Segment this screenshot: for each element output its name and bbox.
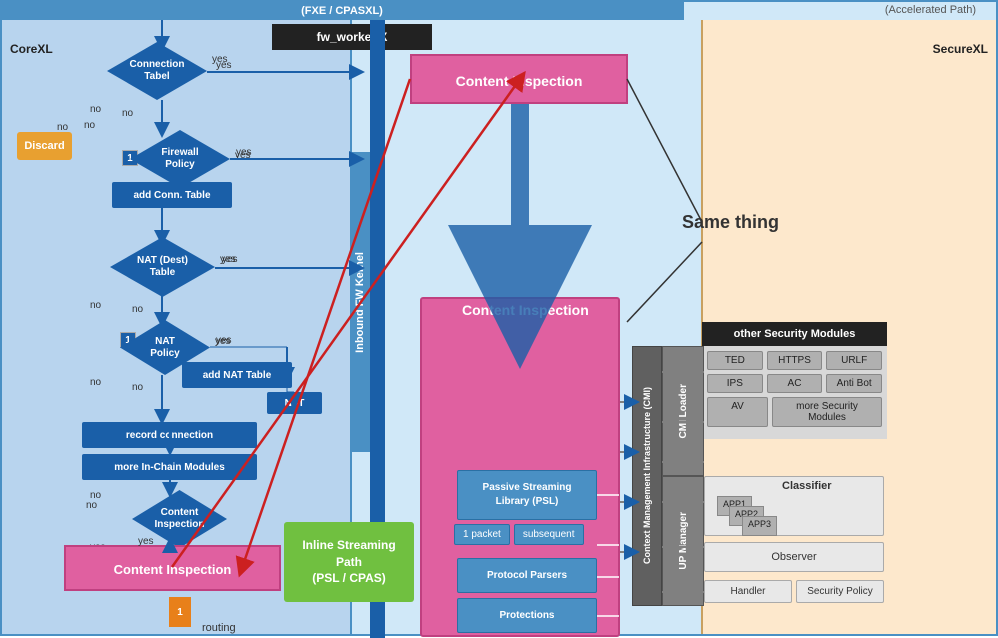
urlf-btn[interactable]: URLF (826, 351, 882, 370)
yes-2-label: yes (220, 254, 236, 265)
protocol-parsers-label: Protocol Parsers (487, 570, 567, 581)
add-conn-label: add Conn. Table (133, 190, 210, 201)
content-inspection-top-label: Content Inspection (456, 73, 583, 89)
corexl-label: CoreXL (10, 42, 53, 56)
discard-label: Discard (24, 140, 64, 152)
other-security-header-label: other Security Modules (734, 328, 856, 340)
content-inspection-bottom-label: Content Inspection (114, 562, 232, 577)
firewall-policy-label: FirewallPolicy (161, 147, 198, 171)
cmi-vertical-label: Context Management Infrastructure (CMI) (642, 387, 652, 564)
one-packet-btn[interactable]: 1 packet (454, 524, 510, 545)
record-connection-box: record connection (82, 422, 257, 448)
content-insp-diamond-label: ContentInspection (154, 507, 204, 531)
more-chain-label: more In-Chain Modules (114, 462, 225, 473)
main-container: (FXE / CPASXL) (Accelerated Path) CoreXL… (0, 0, 998, 636)
other-security-modules-header: other Security Modules (702, 322, 887, 346)
psl-box: Passive Streaming Library (PSL) (457, 470, 597, 520)
big-content-inspection-label: Content Inspection (462, 302, 589, 318)
subsequent-btn[interactable]: subsequent (514, 524, 584, 545)
security-modules-area: TED HTTPS URLF IPS AC Anti Bot AV more S… (702, 346, 887, 439)
nat-dest-label: NAT (Dest)Table (137, 255, 188, 279)
more-chain-modules-box: more In-Chain Modules (82, 454, 257, 480)
inbound-fw-kernel-label: Inbound FW Kernel (354, 252, 366, 353)
cmi-vertical: Context Management Infrastructure (CMI) (632, 346, 662, 606)
handler-row: Handler Security Policy (704, 580, 884, 603)
protocol-parsers-box: Protocol Parsers (457, 558, 597, 593)
ips-btn[interactable]: IPS (707, 374, 763, 393)
inline-streaming-label: Inline Streaming Path (PSL / CPAS) (302, 537, 395, 587)
nat-label: NAT (285, 398, 305, 409)
more-security-modules-btn[interactable]: more Security Modules (772, 397, 882, 427)
header-right-label: (Accelerated Path) (885, 4, 976, 16)
top-header: (FXE / CPASXL) (Accelerated Path) (2, 2, 996, 20)
yes-fw-label: yes (235, 150, 251, 161)
add-nat-label: add NAT Table (203, 370, 272, 381)
inline-streaming-box: Inline Streaming Path (PSL / CPAS) (284, 522, 414, 602)
psl-label: Passive Streaming Library (PSL) (483, 481, 572, 509)
observer-box: Observer (704, 542, 884, 572)
protections-label: Protections (499, 610, 554, 621)
no-5-label: no (90, 490, 101, 501)
anti-bot-btn[interactable]: Anti Bot (826, 374, 882, 393)
inbound-fw-kernel: Inbound FW Kernel (350, 152, 370, 452)
cmi-loader-label: CMI Loader (678, 384, 689, 438)
av-btn[interactable]: AV (707, 397, 768, 427)
yes-3-label: yes (215, 336, 231, 347)
securexl-label: SecureXL (933, 42, 988, 56)
cmi-loader-box: CMI Loader (662, 346, 704, 476)
handler-btn[interactable]: Handler (704, 580, 792, 603)
add-conn-table-box: add Conn. Table (112, 182, 232, 208)
content-inspection-top: Content Inspection (410, 54, 628, 104)
modules-row-3: AV more Security Modules (707, 397, 882, 427)
discard-box: Discard (17, 132, 72, 160)
content-inspection-bottom: Content Inspection (64, 545, 281, 591)
yes-label-1: yes (212, 54, 228, 65)
no-4-label: no (90, 377, 101, 388)
protections-box: Protections (457, 598, 597, 633)
up-manager-label: UP Manager (678, 512, 689, 570)
top-header-left: (FXE / CPASXL) (2, 2, 682, 20)
same-thing-annotation: Same thing (682, 212, 779, 233)
nat-policy-label: NATPolicy (150, 336, 179, 360)
top-header-right: (Accelerated Path) (682, 2, 996, 20)
record-conn-label: record connection (126, 430, 213, 441)
ted-btn[interactable]: TED (707, 351, 763, 370)
header-left-label: (FXE / CPASXL) (301, 5, 383, 17)
app3-box: APP3 (742, 516, 777, 536)
modules-row-1: TED HTTPS URLF (707, 351, 882, 370)
classifier-label: Classifier (782, 480, 832, 492)
modules-row-2: IPS AC Anti Bot (707, 374, 882, 393)
no-label-1: no (90, 104, 101, 115)
https-btn[interactable]: HTTPS (767, 351, 823, 370)
packet-row: 1 packet subsequent (454, 524, 584, 545)
security-policy-btn[interactable]: Security Policy (796, 580, 884, 603)
no-3-label: no (90, 300, 101, 311)
add-nat-table-box: add NAT Table (182, 362, 292, 388)
orange-num-box: 1 (169, 597, 191, 627)
nat-box: NAT (267, 392, 322, 414)
routing-label: routing (202, 622, 236, 634)
observer-label: Observer (771, 551, 816, 563)
orange-num-label: 1 (177, 607, 183, 618)
fw-worker-box: fw_worker X (272, 24, 432, 50)
connection-table-label: ConnectionTabel (130, 59, 185, 83)
ac-btn[interactable]: AC (767, 374, 823, 393)
up-manager-box: UP Manager (662, 476, 704, 606)
